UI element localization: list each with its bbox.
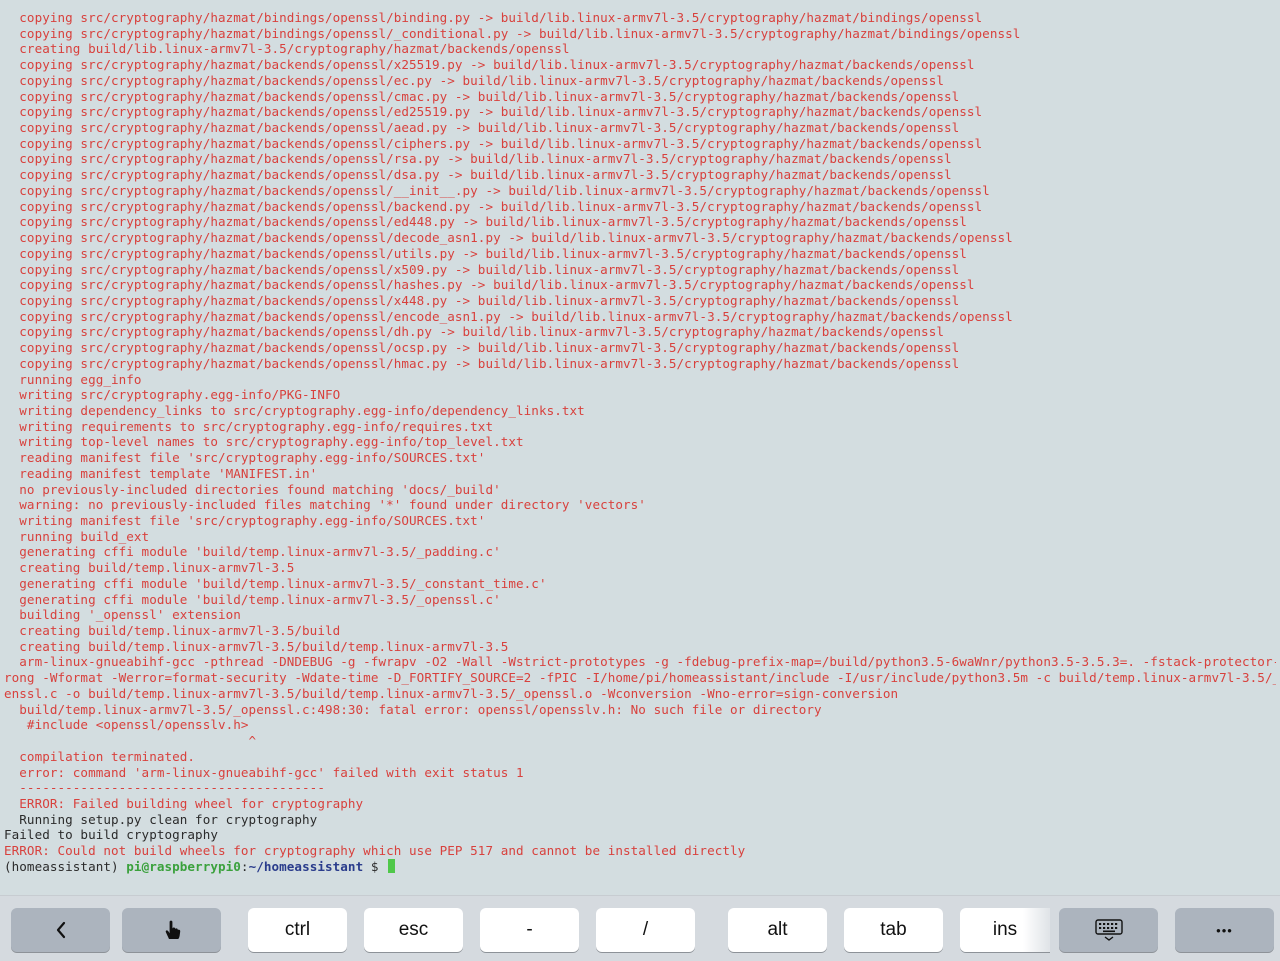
terminal-line: writing dependency_links to src/cryptogr… xyxy=(4,402,585,418)
terminal-line: build/temp.linux-armv7l-3.5/_openssl.c:4… xyxy=(4,701,822,717)
terminal-line: copying src/cryptography/hazmat/backends… xyxy=(4,104,983,120)
terminal-line: writing requirements to src/cryptography… xyxy=(4,418,494,434)
terminal-line: creating build/lib.linux-armv7l-3.5/cryp… xyxy=(4,41,570,57)
more-key[interactable]: ••• xyxy=(1175,908,1274,952)
terminal-line: writing manifest file 'src/cryptography.… xyxy=(4,513,486,528)
terminal-line: ERROR: Could not build wheels for crypto… xyxy=(4,843,746,859)
terminal-line: generating cffi module 'build/temp.linux… xyxy=(4,544,501,560)
terminal-line: generating cffi module 'build/temp.linux… xyxy=(4,575,547,591)
terminal-line: copying src/cryptography/hazmat/backends… xyxy=(4,277,975,293)
back-key[interactable] xyxy=(11,908,110,952)
shell-prompt: (homeassistant) pi@raspberrypi0:~/homeas… xyxy=(4,858,1276,875)
prompt-user-host: pi@raspberrypi0 xyxy=(126,858,241,874)
terminal-line: Running setup.py clean for cryptography xyxy=(4,811,318,827)
terminal-line: running egg_info xyxy=(4,371,142,387)
terminal-line: copying src/cryptography/hazmat/backends… xyxy=(4,182,990,198)
terminal-line: generating cffi module 'build/temp.linux… xyxy=(4,591,501,607)
slash-key[interactable]: / xyxy=(596,908,695,952)
dash-key[interactable]: - xyxy=(480,908,579,952)
prompt-symbol: $ xyxy=(363,858,387,874)
terminal-line: creating build/temp.linux-armv7l-3.5 xyxy=(4,560,295,576)
alt-key[interactable]: alt xyxy=(728,908,827,952)
terminal-line: copying src/cryptography/hazmat/backends… xyxy=(4,167,952,183)
terminal-line: copying src/cryptography/hazmat/backends… xyxy=(4,135,983,151)
terminal-line: Failed to build cryptography xyxy=(4,827,218,843)
terminal-line: copying src/cryptography/hazmat/backends… xyxy=(4,120,960,136)
terminal-line: arm-linux-gnueabihf-gcc -pthread -DNDEBU… xyxy=(4,654,1276,670)
terminal-line: creating build/temp.linux-armv7l-3.5/bui… xyxy=(4,623,341,639)
terminal-output: copying src/cryptography/hazmat/bindings… xyxy=(4,10,1276,875)
tab-key[interactable]: tab xyxy=(844,908,943,952)
prompt-venv: (homeassistant) xyxy=(4,858,127,874)
terminal-line: writing top-level names to src/cryptogra… xyxy=(4,434,524,450)
terminal-line: writing src/cryptography.egg-info/PKG-IN… xyxy=(4,387,341,403)
terminal-line: building '_openssl' extension xyxy=(4,607,241,623)
terminal-line: enssl.c -o build/temp.linux-armv7l-3.5/b… xyxy=(4,685,899,701)
terminal-line: warning: no previously-included files ma… xyxy=(4,497,646,513)
terminal-line: running build_ext xyxy=(4,528,150,544)
terminal-line: copying src/cryptography/hazmat/backends… xyxy=(4,198,983,214)
ctrl-key[interactable]: ctrl xyxy=(248,908,347,952)
hide-keyboard-key[interactable] xyxy=(1059,908,1158,952)
prompt-path: ~/homeassistant xyxy=(248,858,364,874)
terminal-line: #include <openssl/opensslv.h> xyxy=(4,717,249,733)
terminal-line: copying src/cryptography/hazmat/backends… xyxy=(4,72,944,88)
terminal-line: copying src/cryptography/hazmat/backends… xyxy=(4,214,967,230)
terminal-line: error: command 'arm-linux-gnueabihf-gcc'… xyxy=(4,764,524,780)
chevron-left-icon xyxy=(54,921,68,939)
terminal-line: ---------------------------------------- xyxy=(4,780,325,796)
terminal-line: copying src/cryptography/hazmat/backends… xyxy=(4,308,1013,324)
terminal-line: copying src/cryptography/hazmat/backends… xyxy=(4,57,975,73)
esc-key[interactable]: esc xyxy=(364,908,463,952)
terminal-line: copying src/cryptography/hazmat/bindings… xyxy=(4,25,1021,41)
terminal-window[interactable]: copying src/cryptography/hazmat/bindings… xyxy=(0,0,1280,895)
terminal-line: copying src/cryptography/hazmat/bindings… xyxy=(4,10,983,25)
terminal-line: ERROR: Failed building wheel for cryptog… xyxy=(4,795,364,811)
terminal-line: copying src/cryptography/hazmat/backends… xyxy=(4,355,960,371)
terminal-line: creating build/temp.linux-armv7l-3.5/bui… xyxy=(4,638,509,654)
terminal-line: copying src/cryptography/hazmat/backends… xyxy=(4,245,967,261)
terminal-line: copying src/cryptography/hazmat/backends… xyxy=(4,151,952,167)
terminal-line: compilation terminated. xyxy=(4,748,196,764)
terminal-line: copying src/cryptography/hazmat/backends… xyxy=(4,88,960,104)
terminal-line: copying src/cryptography/hazmat/backends… xyxy=(4,292,960,308)
terminal-line: copying src/cryptography/hazmat/backends… xyxy=(4,340,960,356)
ins-key[interactable]: ins xyxy=(960,908,1050,952)
keyboard-accessory-bar: ctrl esc - / alt tab ins ••• xyxy=(0,895,1280,961)
text-cursor xyxy=(388,858,396,873)
touch-mode-key[interactable] xyxy=(122,908,221,952)
terminal-line: copying src/cryptography/hazmat/backends… xyxy=(4,324,944,340)
terminal-line: no previously-included directories found… xyxy=(4,481,501,497)
prompt-separator: : xyxy=(240,858,249,874)
terminal-line: reading manifest file 'src/cryptography.… xyxy=(4,450,486,466)
terminal-line: ^ xyxy=(4,733,257,749)
terminal-line: reading manifest template 'MANIFEST.in' xyxy=(4,465,318,481)
terminal-line: rong -Wformat -Werror=format-security -W… xyxy=(4,670,1276,686)
terminal-line: copying src/cryptography/hazmat/backends… xyxy=(4,230,1013,246)
keyboard-hide-icon xyxy=(1094,918,1124,942)
terminal-line: copying src/cryptography/hazmat/backends… xyxy=(4,261,960,277)
hand-pointer-icon xyxy=(161,918,183,942)
